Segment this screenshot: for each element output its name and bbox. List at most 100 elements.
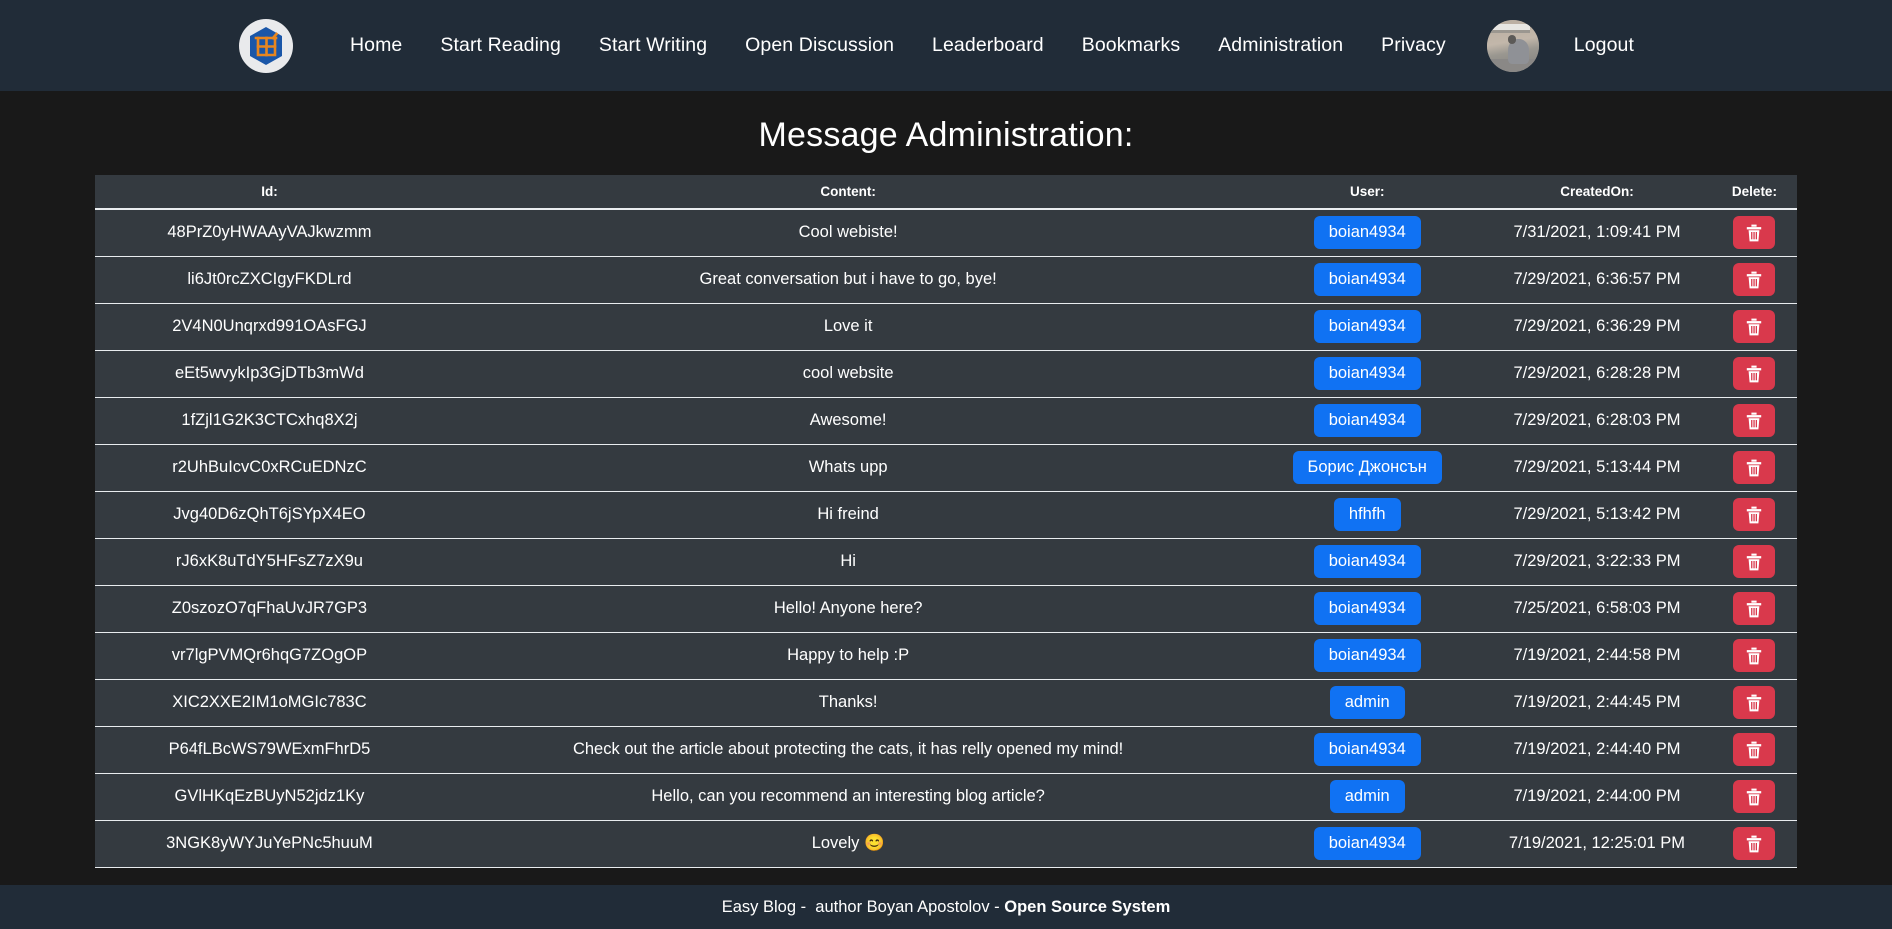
- cell-user: boian4934: [1252, 725, 1483, 773]
- nav-link-start-writing[interactable]: Start Writing: [580, 34, 726, 57]
- cell-delete: [1711, 537, 1797, 585]
- delete-button[interactable]: [1733, 733, 1776, 766]
- footer-separator-1: -: [796, 897, 816, 916]
- nav-link-bookmarks[interactable]: Bookmarks: [1063, 34, 1199, 57]
- user-badge[interactable]: boian4934: [1313, 357, 1421, 390]
- cell-created-on: 7/25/2021, 6:58:03 PM: [1482, 584, 1712, 632]
- table-row: XIC2XXE2IM1oMGIc783C Thanks! admin 7/19/202…: [95, 678, 1797, 726]
- cell-created-on: 7/19/2021, 2:44:45 PM: [1482, 678, 1712, 726]
- user-badge[interactable]: boian4934: [1313, 404, 1421, 437]
- cell-created-on: 7/19/2021, 2:44:40 PM: [1482, 725, 1712, 773]
- nav-link-privacy[interactable]: Privacy: [1362, 34, 1465, 57]
- user-badge[interactable]: boian4934: [1313, 310, 1421, 343]
- cell-content: Great conversation but i have to go, bye…: [443, 255, 1253, 303]
- cell-content: Thanks!: [443, 678, 1253, 726]
- user-avatar[interactable]: [1486, 19, 1539, 72]
- delete-button[interactable]: [1733, 780, 1776, 813]
- main-content: Message Administration: Id: Content: Use…: [0, 91, 1892, 885]
- cell-delete: [1711, 302, 1797, 350]
- delete-button[interactable]: [1733, 498, 1776, 531]
- user-badge[interactable]: boian4934: [1313, 639, 1421, 672]
- cell-id: GVlHKqEzBUyN52jdz1Ky: [95, 772, 444, 820]
- nav-link-start-reading[interactable]: Start Reading: [421, 34, 580, 57]
- trash-icon: [1746, 600, 1762, 618]
- table-row: 48PrZ0yHWAAyVAJkwzmm Cool webiste! boian49…: [95, 208, 1797, 256]
- nav-link-open-discussion[interactable]: Open Discussion: [726, 34, 913, 57]
- delete-button[interactable]: [1733, 310, 1776, 343]
- cell-user: hfhfh: [1252, 490, 1483, 538]
- cell-user: boian4934: [1252, 396, 1483, 444]
- cell-created-on: 7/31/2021, 1:09:41 PM: [1482, 208, 1712, 256]
- cell-created-on: 7/19/2021, 2:44:00 PM: [1482, 772, 1712, 820]
- cell-id: P64fLBcWS79WExmFhrD5: [95, 725, 444, 773]
- cell-content: Cool webiste!: [443, 208, 1253, 256]
- cell-delete: [1711, 349, 1797, 397]
- nav-link-logout[interactable]: Logout: [1555, 34, 1653, 57]
- delete-button[interactable]: [1733, 827, 1776, 860]
- trash-icon: [1746, 365, 1762, 383]
- cell-created-on: 7/29/2021, 6:28:28 PM: [1482, 349, 1712, 397]
- cell-user: boian4934: [1252, 208, 1483, 256]
- trash-icon: [1746, 506, 1762, 524]
- delete-button[interactable]: [1733, 545, 1776, 578]
- trash-icon: [1746, 788, 1762, 806]
- cell-user: admin: [1252, 772, 1483, 820]
- user-badge[interactable]: boian4934: [1313, 545, 1421, 578]
- user-badge[interactable]: boian4934: [1313, 592, 1421, 625]
- message-table-container: Id: Content: User: CreatedOn: Delete: 48…: [95, 175, 1797, 868]
- delete-button[interactable]: [1733, 263, 1776, 296]
- cell-delete: [1711, 255, 1797, 303]
- delete-button[interactable]: [1733, 451, 1776, 484]
- cell-id: XIC2XXE2IM1oMGIc783C: [95, 678, 444, 726]
- table-row: 2V4N0Unqrxd991OAsFGJ Love it boian4934 7/29…: [95, 302, 1797, 350]
- table-row: eEt5wvykIp3GjDTb3mWd cool website boian493…: [95, 349, 1797, 397]
- user-badge[interactable]: admin: [1329, 780, 1405, 813]
- cell-content: Hello! Anyone here?: [443, 584, 1253, 632]
- nav-link-administration[interactable]: Administration: [1199, 34, 1362, 57]
- cell-user: boian4934: [1252, 631, 1483, 679]
- cell-user: admin: [1252, 678, 1483, 726]
- cell-user: boian4934: [1252, 584, 1483, 632]
- delete-button[interactable]: [1733, 357, 1776, 390]
- easy-blog-logo-icon[interactable]: [238, 18, 293, 73]
- cell-content: Awesome!: [443, 396, 1253, 444]
- user-badge[interactable]: boian4934: [1313, 216, 1421, 250]
- delete-button[interactable]: [1733, 216, 1776, 250]
- cell-user: boian4934: [1252, 537, 1483, 585]
- table-row: r2UhBuIcvC0xRCuEDNzC Whats upp Борис Джонс…: [95, 443, 1797, 491]
- footer-separator-2: -: [989, 897, 1005, 916]
- cell-delete: [1711, 631, 1797, 679]
- column-header-content: Content:: [443, 175, 1253, 210]
- user-badge[interactable]: boian4934: [1313, 263, 1421, 296]
- delete-button[interactable]: [1733, 592, 1776, 625]
- nav-link-home[interactable]: Home: [331, 34, 421, 57]
- user-badge[interactable]: hfhfh: [1333, 498, 1401, 531]
- trash-icon: [1746, 835, 1762, 853]
- cell-id: Jvg40D6zQhT6jSYpX4EO: [95, 490, 444, 538]
- cell-content: Hi freind: [443, 490, 1253, 538]
- delete-button[interactable]: [1733, 686, 1776, 719]
- cell-user: boian4934: [1252, 255, 1483, 303]
- user-badge[interactable]: admin: [1329, 686, 1405, 719]
- cell-id: r2UhBuIcvC0xRCuEDNzC: [95, 443, 444, 491]
- table-row: Z0szozO7qFhaUvJR7GP3 Hello! Anyone here? b…: [95, 584, 1797, 632]
- cell-delete: [1711, 490, 1797, 538]
- user-badge[interactable]: boian4934: [1313, 827, 1421, 860]
- nav-link-leaderboard[interactable]: Leaderboard: [913, 34, 1063, 57]
- cell-user: boian4934: [1252, 819, 1483, 868]
- delete-button[interactable]: [1733, 404, 1776, 437]
- page-title: Message Administration:: [758, 116, 1134, 154]
- cell-created-on: 7/19/2021, 2:44:58 PM: [1482, 631, 1712, 679]
- table-row: 1fZjl1G2K3CTCxhq8X2j Awesome! boian4934 7/2…: [95, 396, 1797, 444]
- user-badge[interactable]: Борис Джонсън: [1292, 451, 1442, 484]
- cell-created-on: 7/29/2021, 6:36:57 PM: [1482, 255, 1712, 303]
- table-row: P64fLBcWS79WExmFhrD5 Check out the articl…: [95, 725, 1797, 773]
- page-footer: Easy Blog - author Boyan Apostolov - Ope…: [0, 885, 1892, 929]
- trash-icon: [1746, 741, 1762, 759]
- delete-button[interactable]: [1733, 639, 1776, 672]
- cell-delete: [1711, 772, 1797, 820]
- footer-system-label: Open Source System: [1004, 897, 1171, 916]
- table-row: vr7lgPVMQr6hqG7ZOgOP Happy to help :P boia…: [95, 631, 1797, 679]
- user-badge[interactable]: boian4934: [1313, 733, 1421, 766]
- trash-icon: [1746, 553, 1762, 571]
